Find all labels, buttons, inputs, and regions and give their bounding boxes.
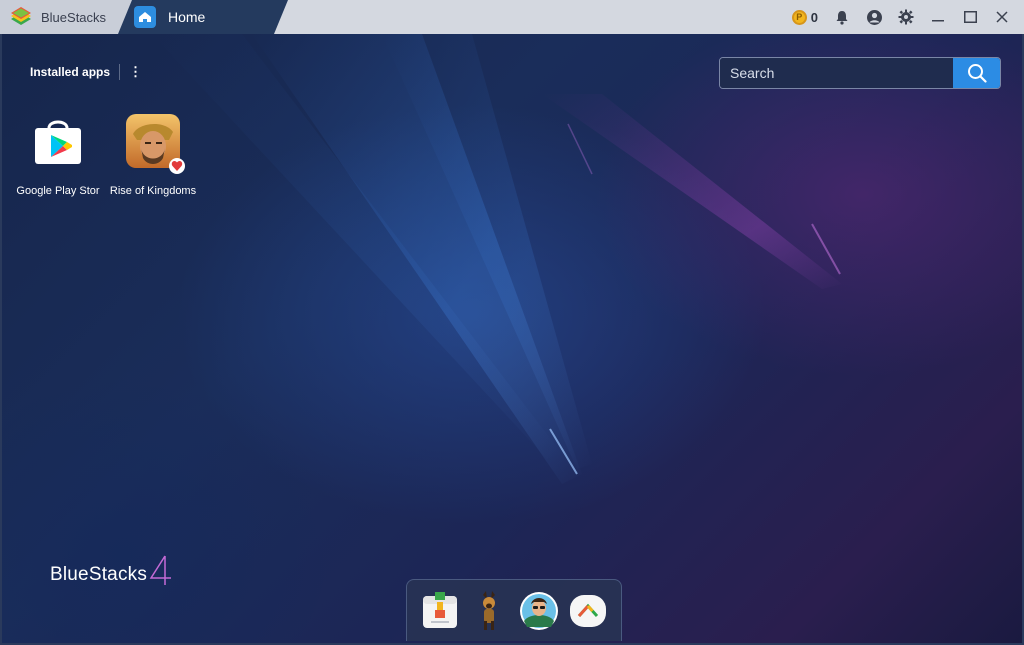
- gear-icon: [898, 9, 914, 25]
- dog-game-icon: [483, 590, 496, 630]
- app-header: BlueStacks: [0, 0, 135, 34]
- rise-of-kingdoms-icon: [125, 114, 185, 174]
- notifications-button[interactable]: [826, 0, 858, 34]
- maximize-button[interactable]: [954, 0, 986, 34]
- close-button[interactable]: [986, 0, 1018, 34]
- app-dock: [406, 579, 622, 641]
- account-icon: [866, 9, 882, 25]
- app-label: Rise of Kingdoms: [109, 184, 197, 199]
- app-google-play-store[interactable]: Google Play Stor: [8, 114, 108, 199]
- arc-app-icon: [570, 594, 607, 627]
- bell-icon: [836, 10, 848, 25]
- maximize-icon: [963, 11, 977, 23]
- home-icon: [134, 6, 156, 28]
- app-label-text: Rise of Kingdoms: [109, 185, 197, 197]
- version-4-logo-icon: [149, 555, 172, 585]
- search-bar: [719, 57, 1001, 89]
- bluestacks-brand: BlueStacks: [50, 554, 173, 586]
- avatar-game-icon: [519, 591, 558, 630]
- app-rise-of-kingdoms[interactable]: Rise of Kingdoms: [103, 114, 203, 199]
- dock-app-center[interactable]: [420, 591, 460, 631]
- coin-counter[interactable]: P 0: [791, 9, 818, 25]
- brand-text: BlueStacks: [50, 564, 148, 585]
- tab-home[interactable]: Home: [118, 0, 288, 34]
- app-name: BlueStacks: [41, 9, 107, 25]
- header-divider: [119, 64, 121, 80]
- account-button[interactable]: [858, 0, 890, 34]
- dock-avatar-game[interactable]: [519, 591, 559, 631]
- installed-apps-label: Installed apps: [30, 65, 111, 79]
- dock-arc-app[interactable]: [568, 591, 608, 631]
- app-center-icon: [422, 591, 457, 628]
- search-input[interactable]: [720, 58, 953, 88]
- coin-count: 0: [810, 9, 818, 25]
- settings-button[interactable]: [890, 0, 922, 34]
- minimize-icon: [932, 20, 944, 22]
- coin-icon: P: [791, 9, 807, 25]
- title-bar: BlueStacks Home P 0: [0, 0, 1024, 34]
- bluestacks-logo-icon: [11, 7, 31, 25]
- minimize-button[interactable]: [922, 0, 954, 34]
- dock-dog-game[interactable]: [469, 590, 509, 631]
- search-icon: [967, 64, 987, 83]
- app-label: Google Play Stor: [16, 185, 100, 197]
- window-controls: P 0: [774, 0, 1024, 34]
- installed-apps-header: Installed apps ⋮: [30, 64, 142, 80]
- google-play-store-icon: [30, 114, 86, 170]
- search-button[interactable]: [953, 58, 1000, 88]
- more-options-button[interactable]: ⋮: [129, 64, 142, 80]
- close-icon: [996, 11, 1008, 23]
- home-screen: Installed apps ⋮ Google Play Stor: [0, 34, 1024, 645]
- tab-home-label: Home: [168, 9, 206, 25]
